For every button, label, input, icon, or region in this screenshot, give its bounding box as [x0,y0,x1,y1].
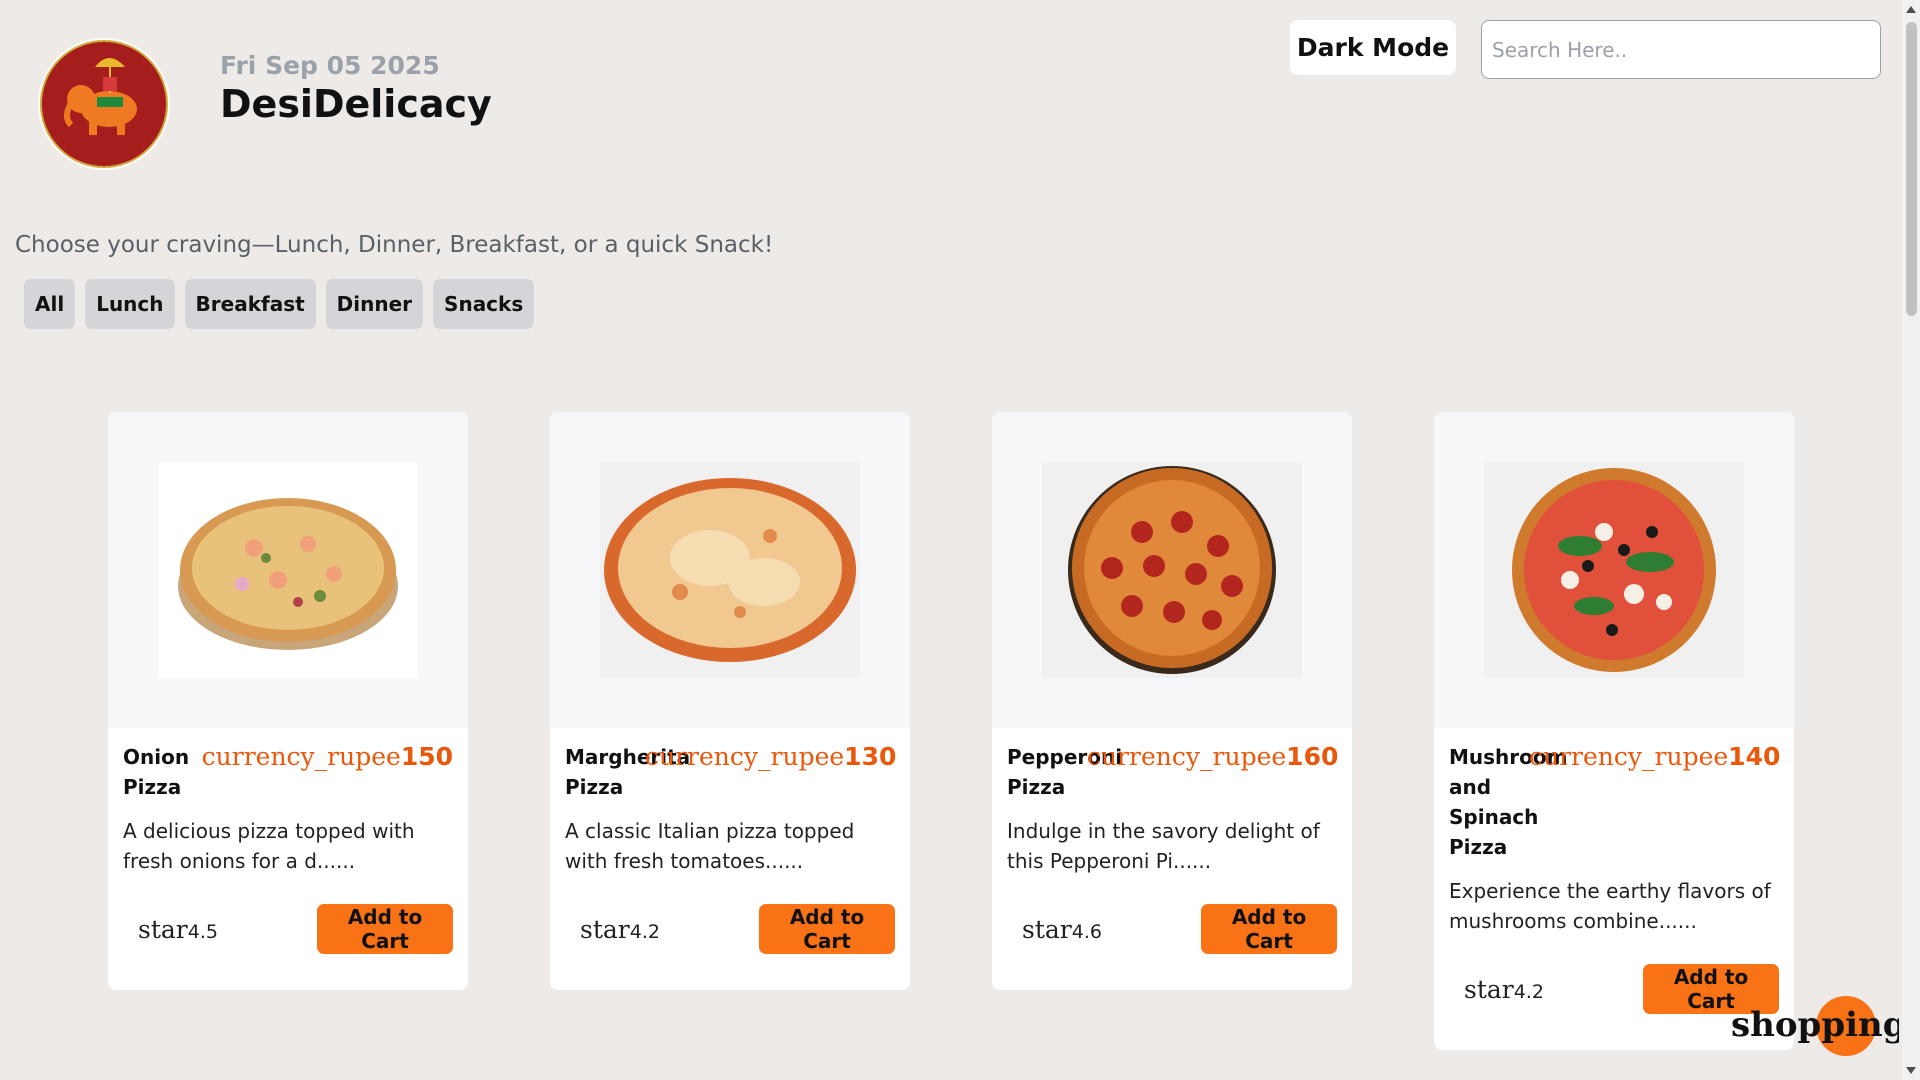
currency-rupee-icon: currency_rupee [201,742,401,771]
product-description: A delicious pizza topped with fresh onio… [123,819,415,873]
star-icon: star [1464,974,1514,1004]
product-image [108,412,468,728]
product-rating: star4.6 [1022,914,1102,944]
product-price: currency_rupee160 [1087,742,1339,771]
product-price: currency_rupee140 [1529,742,1781,771]
add-to-cart-button[interactable]: Add to Cart [759,904,895,954]
category-filter: All Lunch Breakfast Dinner Snacks [24,279,535,329]
scroll-up-arrow-icon[interactable] [1906,6,1916,13]
product-name: Onion Pizza [123,745,190,799]
star-icon: star [1022,914,1072,944]
product-card: Margherita Pizza currency_rupee130 A cla… [550,412,910,990]
pepperoni-pizza-image [1042,462,1302,678]
brand-title: DesiDelicacy [220,82,492,126]
desidelicacy-logo [38,38,170,170]
product-name: Margherita Pizza [565,745,691,799]
category-all-button[interactable]: All [24,279,76,329]
category-lunch-button[interactable]: Lunch [85,279,175,329]
scroll-thumb[interactable] [1906,22,1917,316]
currency-rupee-icon: currency_rupee [1529,742,1729,771]
product-price: currency_rupee130 [645,742,897,771]
add-to-cart-button[interactable]: Add to Cart [317,904,453,954]
product-rating: star4.2 [1464,974,1544,1004]
product-image [1434,412,1794,728]
currency-rupee-icon: currency_rupee [1087,742,1287,771]
page-scrollbar[interactable] [1902,0,1920,1080]
product-description: Indulge in the savory delight of this Pe… [1007,819,1320,873]
star-icon: star [138,914,188,944]
tagline: Choose your craving—Lunch, Dinner, Break… [15,232,774,258]
search-input[interactable] [1481,20,1881,79]
product-image [550,412,910,728]
category-dinner-button[interactable]: Dinner [325,279,424,329]
product-card: Mushroom and Spinach Pizza currency_rupe… [1434,412,1794,1050]
onion-pizza-image [158,462,418,678]
product-image [992,412,1352,728]
product-rating: star4.2 [580,914,660,944]
product-card: Pepperoni Pizza currency_rupee160 Indulg… [992,412,1352,990]
product-name: Mushroom and Spinach Pizza [1449,745,1568,859]
mushroom-spinach-pizza-image [1484,462,1744,678]
dark-mode-button[interactable]: Dark Mode [1290,20,1456,75]
current-date: Fri Sep 05 2025 [220,51,440,80]
product-card: Onion Pizza currency_rupee150 A deliciou… [108,412,468,990]
shopping-cart-icon[interactable]: shopping_cart [1731,1005,1899,1045]
product-description: A classic Italian pizza topped with fres… [565,819,855,873]
add-to-cart-button[interactable]: Add to Cart [1201,904,1337,954]
product-description: Experience the earthy flavors of mushroo… [1449,879,1771,933]
product-price: currency_rupee150 [201,742,453,771]
scroll-down-arrow-icon[interactable] [1906,1067,1916,1074]
category-breakfast-button[interactable]: Breakfast [184,279,316,329]
margherita-pizza-image [600,462,860,678]
product-name: Pepperoni Pizza [1007,745,1123,799]
star-icon: star [580,914,630,944]
product-rating: star4.5 [138,914,218,944]
currency-rupee-icon: currency_rupee [645,742,845,771]
category-snacks-button[interactable]: Snacks [433,279,535,329]
